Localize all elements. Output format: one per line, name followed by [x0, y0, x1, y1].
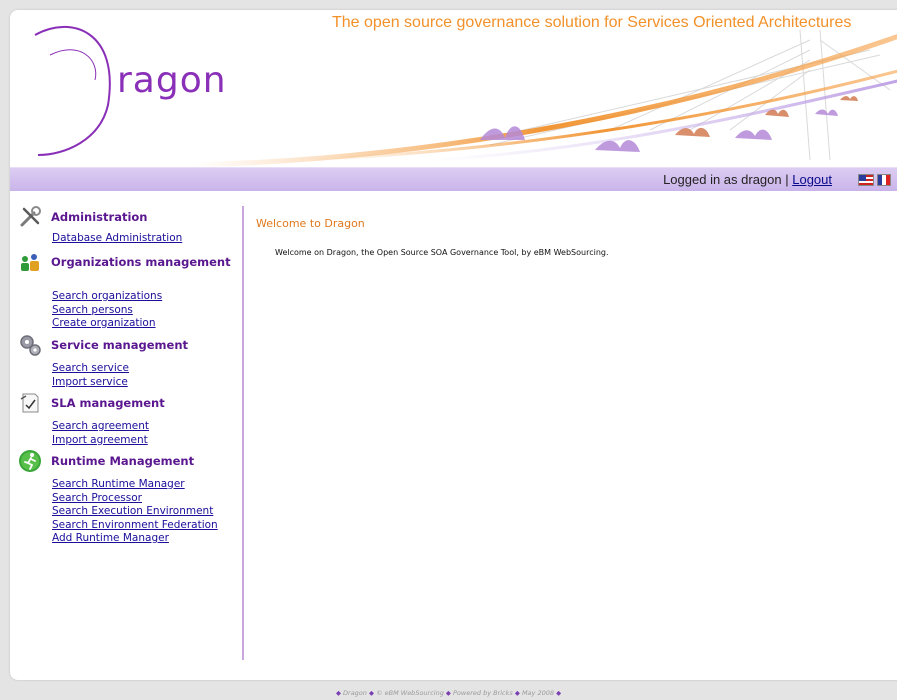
link-search-persons[interactable]: Search persons	[52, 304, 162, 318]
diamond-icon: ◆	[445, 689, 451, 697]
link-database-administration[interactable]: Database Administration	[52, 232, 182, 246]
link-create-organization[interactable]: Create organization	[52, 317, 162, 331]
footer-powered: Powered by Bricks	[453, 689, 513, 697]
sidebar-divider	[242, 206, 244, 660]
runtime-links: Search Runtime Manager Search Processor …	[52, 478, 218, 546]
section-organizations: Organizations management	[18, 250, 231, 274]
section-title: SLA management	[51, 396, 165, 410]
footer-copyright: © eBM WebSourcing	[376, 689, 444, 697]
administration-links: Database Administration	[52, 232, 182, 246]
diamond-icon: ◆	[556, 689, 562, 697]
organizations-icon	[21, 254, 39, 271]
logout-link[interactable]: Logout	[792, 172, 832, 187]
link-search-service[interactable]: Search service	[52, 362, 129, 376]
section-sla: SLA management	[18, 391, 165, 415]
main-content: Welcome to Dragon Welcome on Dragon, the…	[256, 217, 609, 257]
sla-links: Search agreement Import agreement	[52, 420, 149, 447]
section-administration: Administration	[18, 205, 148, 229]
footer: ◆ Dragon ◆ © eBM WebSourcing ◆ Powered b…	[0, 689, 897, 697]
logged-in-text: Logged in as dragon |	[663, 172, 793, 187]
section-runtime: Runtime Management	[18, 449, 194, 473]
french-flag-icon[interactable]	[877, 174, 891, 186]
link-search-processor[interactable]: Search Processor	[52, 492, 218, 506]
link-search-agreement[interactable]: Search agreement	[52, 420, 149, 434]
logo-text: ragon	[117, 60, 227, 101]
organizations-links: Search organizations Search persons Crea…	[52, 290, 162, 331]
section-title: Service management	[51, 338, 189, 352]
link-search-environment-federation[interactable]: Search Environment Federation	[52, 519, 218, 533]
sidebar-nav: Administration Database Administration O…	[10, 190, 242, 660]
section-title: Runtime Management	[51, 454, 195, 468]
service-links: Search service Import service	[52, 362, 129, 389]
english-flag-icon[interactable]	[858, 174, 874, 186]
tagline: The open source governance solution for …	[332, 14, 852, 31]
page-frame: The open source governance solution for …	[10, 10, 897, 680]
welcome-text: Welcome on Dragon, the Open Source SOA G…	[275, 248, 609, 257]
section-title: Organizations management	[51, 255, 231, 269]
runtime-icon	[19, 450, 41, 472]
agreement-icon	[20, 393, 39, 413]
page-title: Welcome to Dragon	[256, 217, 365, 230]
login-status: Logged in as dragon | Logout	[663, 172, 832, 187]
user-bar: Logged in as dragon | Logout	[10, 167, 897, 191]
link-import-service[interactable]: Import service	[52, 376, 129, 390]
section-service: Service management	[18, 333, 188, 357]
tools-icon	[20, 206, 41, 227]
link-search-execution-environment[interactable]: Search Execution Environment	[52, 505, 218, 519]
gears-icon	[20, 335, 41, 356]
footer-date: May 2008	[521, 689, 554, 697]
link-search-organizations[interactable]: Search organizations	[52, 290, 162, 304]
diamond-icon: ◆	[514, 689, 520, 697]
footer-product: Dragon	[343, 689, 367, 697]
header-banner: The open source governance solution for …	[10, 10, 897, 167]
diamond-icon: ◆	[335, 689, 341, 697]
logo[interactable]: ragon	[117, 60, 227, 101]
link-search-runtime-manager[interactable]: Search Runtime Manager	[52, 478, 218, 492]
diamond-icon: ◆	[368, 689, 374, 697]
link-add-runtime-manager[interactable]: Add Runtime Manager	[52, 532, 218, 546]
link-import-agreement[interactable]: Import agreement	[52, 434, 149, 448]
section-title: Administration	[51, 210, 148, 224]
